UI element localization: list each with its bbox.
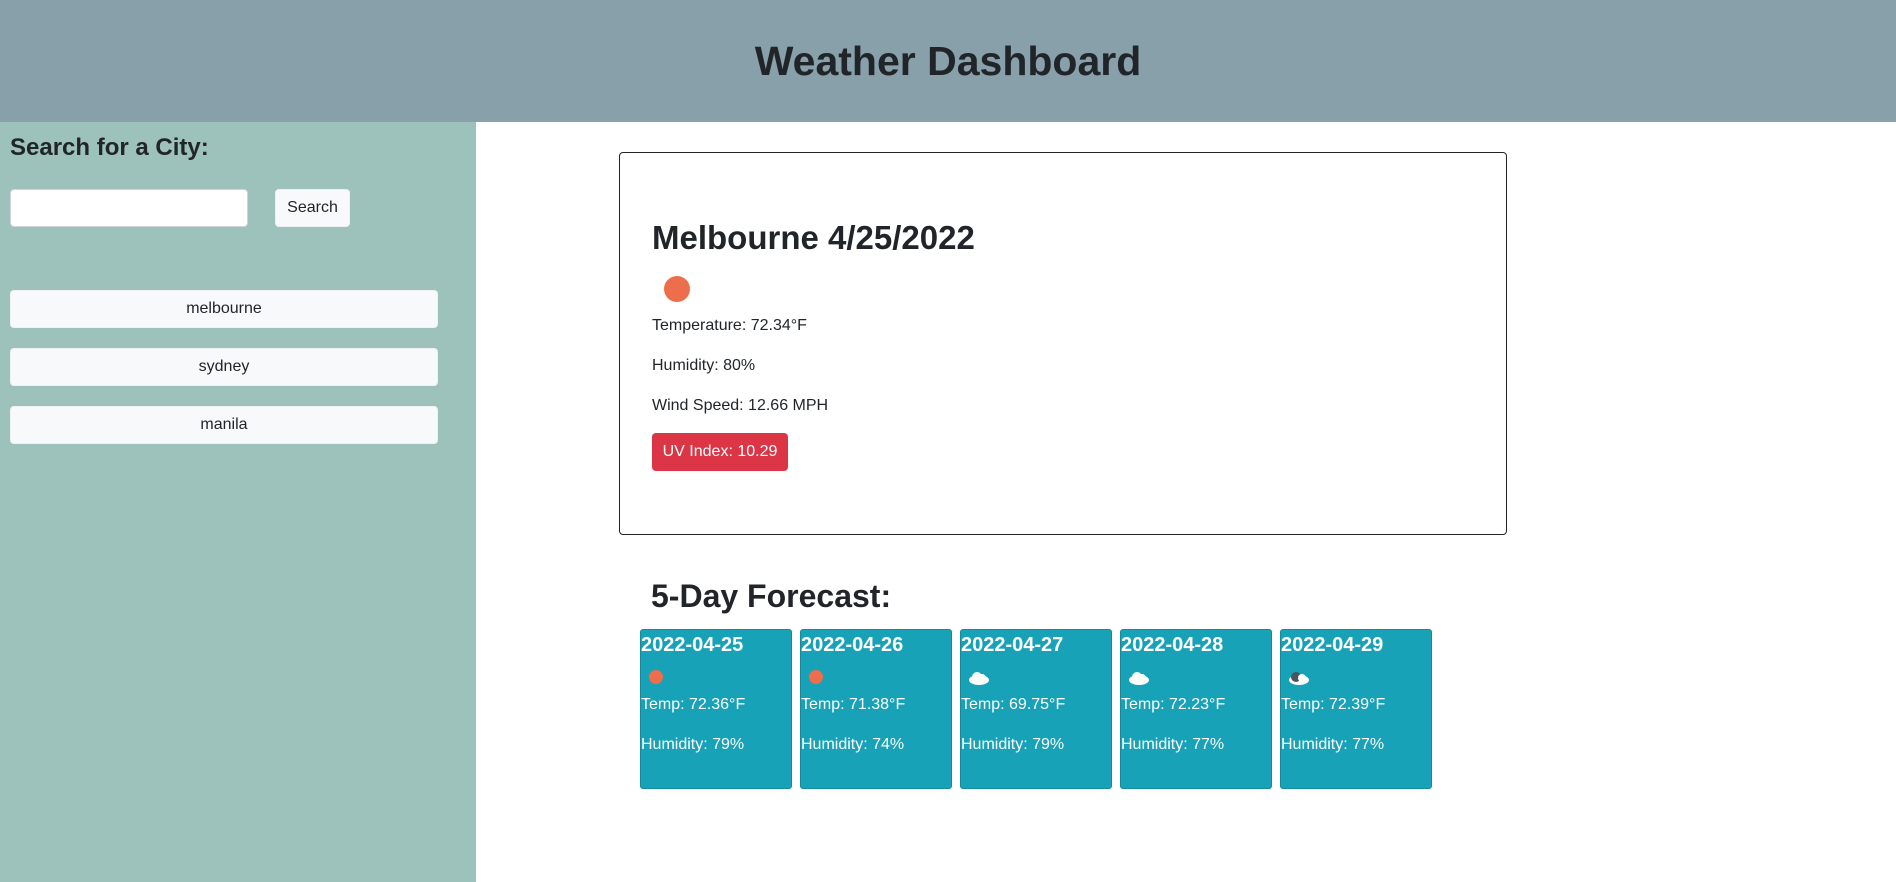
current-city-date: Melbourne 4/25/2022: [652, 219, 975, 256]
history-city-button[interactable]: sydney: [10, 348, 438, 386]
current-humidity: Humidity: 80%: [652, 357, 756, 374]
forecast-card: 2022-04-28 Temp: 72.23°F Humidity: 77%: [1120, 629, 1272, 789]
sun-icon: [809, 670, 823, 684]
forecast-humidity: Humidity: 79%: [641, 736, 745, 753]
forecast-temp: Temp: 72.39°F: [1281, 696, 1386, 713]
forecast-humidity: Humidity: 74%: [801, 736, 905, 753]
forecast-humidity: Humidity: 79%: [961, 736, 1065, 753]
forecast-date: 2022-04-26: [801, 634, 904, 656]
forecast-temp: Temp: 72.23°F: [1121, 696, 1226, 713]
search-input[interactable]: [10, 189, 248, 227]
forecast-temp: Temp: 72.36°F: [641, 696, 746, 713]
cloud-icon: [969, 672, 989, 685]
forecast-heading: 5-Day Forecast:: [651, 578, 892, 614]
forecast-temp: Temp: 71.38°F: [801, 696, 906, 713]
dark-cloud-icon: [1289, 672, 1309, 685]
current-weather-card: Melbourne 4/25/2022 Temperature: 72.34°F…: [619, 152, 1507, 535]
forecast-card: 2022-04-25 Temp: 72.36°F Humidity: 79%: [640, 629, 792, 789]
forecast-humidity: Humidity: 77%: [1121, 736, 1225, 753]
uv-index-badge: UV Index: 10.29: [652, 433, 788, 471]
forecast-humidity: Humidity: 77%: [1281, 736, 1385, 753]
forecast-date: 2022-04-29: [1281, 634, 1384, 656]
current-temperature: Temperature: 72.34°F: [652, 317, 807, 334]
forecast-date: 2022-04-25: [641, 634, 744, 656]
forecast-card: 2022-04-26 Temp: 71.38°F Humidity: 74%: [800, 629, 952, 789]
forecast-card: 2022-04-27 Temp: 69.75°F Humidity: 79%: [960, 629, 1112, 789]
sun-icon: [649, 670, 663, 684]
search-button[interactable]: Search: [275, 189, 350, 227]
current-wind-speed: Wind Speed: 12.66 MPH: [652, 397, 829, 414]
search-heading: Search for a City:: [10, 134, 209, 161]
forecast-temp: Temp: 69.75°F: [961, 696, 1066, 713]
history-city-button[interactable]: melbourne: [10, 290, 438, 328]
cloud-icon: [1129, 672, 1149, 685]
page-header: Weather Dashboard: [0, 0, 1896, 122]
page-title: Weather Dashboard: [754, 37, 1142, 84]
sun-icon: [664, 276, 690, 302]
forecast-card: 2022-04-29 Temp: 72.39°F Humidity: 77%: [1280, 629, 1432, 789]
history-city-button[interactable]: manila: [10, 406, 438, 444]
sidebar: Search for a City: Search melbourne sydn…: [0, 122, 476, 882]
forecast-date: 2022-04-27: [961, 634, 1064, 656]
forecast-date: 2022-04-28: [1121, 634, 1224, 656]
